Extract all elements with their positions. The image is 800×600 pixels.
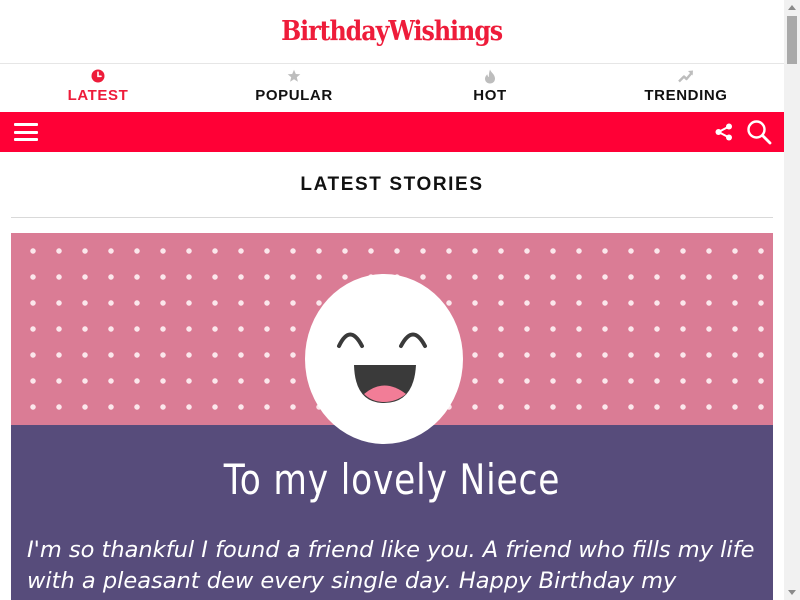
tab-latest[interactable]: LATEST <box>0 64 196 112</box>
featured-story-card[interactable]: To my lovely Niece I'm so thankful I fou… <box>11 233 773 600</box>
scrollbar[interactable] <box>784 0 800 600</box>
scrollbar-thumb[interactable] <box>787 16 797 64</box>
scroll-down-arrow-icon[interactable] <box>788 590 796 595</box>
site-logo[interactable]: BirthdayWishings <box>281 16 503 47</box>
tab-nav: LATEST POPULAR HOT TRENDING <box>0 64 784 112</box>
tab-popular[interactable]: POPULAR <box>196 64 392 112</box>
smiley-face-illustration <box>305 274 463 444</box>
star-icon <box>287 68 301 84</box>
tab-trending[interactable]: TRENDING <box>588 64 784 112</box>
trending-arrow-icon <box>678 68 694 84</box>
tab-label-popular: POPULAR <box>255 87 333 104</box>
tab-label-trending: TRENDING <box>644 87 728 104</box>
toolbar-actions <box>714 119 772 145</box>
red-toolbar <box>0 112 784 152</box>
card-image-text: I'm so thankful I found a friend like yo… <box>27 537 755 594</box>
tab-hot[interactable]: HOT <box>392 64 588 112</box>
share-icon[interactable] <box>714 122 734 142</box>
page: BirthdayWishings LATEST POPULAR HOT TREN… <box>0 0 784 600</box>
scroll-up-arrow-icon[interactable] <box>788 5 796 10</box>
hamburger-icon[interactable] <box>14 123 38 141</box>
tab-label-hot: HOT <box>473 87 507 104</box>
clock-icon <box>91 68 105 84</box>
site-header: BirthdayWishings <box>0 0 784 64</box>
section-title: LATEST STORIES <box>300 173 484 195</box>
search-icon[interactable] <box>746 119 772 145</box>
section-heading: LATEST STORIES <box>11 152 773 218</box>
card-image-title: To my lovely Niece <box>223 455 561 504</box>
tab-label-latest: LATEST <box>67 87 129 104</box>
flame-icon <box>484 68 496 84</box>
